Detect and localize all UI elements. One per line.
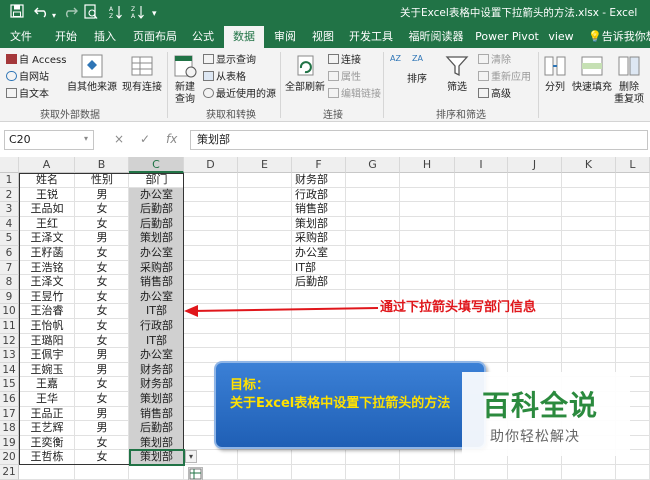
goal-text: 关于Excel表格中设置下拉箭头的方法 [230, 396, 451, 411]
watermark: 百科全说 助你轻松解决 [462, 372, 630, 456]
watermark-slogan: 助你轻松解决 [490, 429, 580, 445]
watermark-title: 百科全说 [482, 389, 599, 422]
goal-box: 目标： 关于Excel表格中设置下拉箭头的方法 [214, 361, 486, 449]
goal-title: 目标： [230, 378, 270, 393]
annotation-text: 通过下拉箭头填写部门信息 [380, 300, 537, 315]
